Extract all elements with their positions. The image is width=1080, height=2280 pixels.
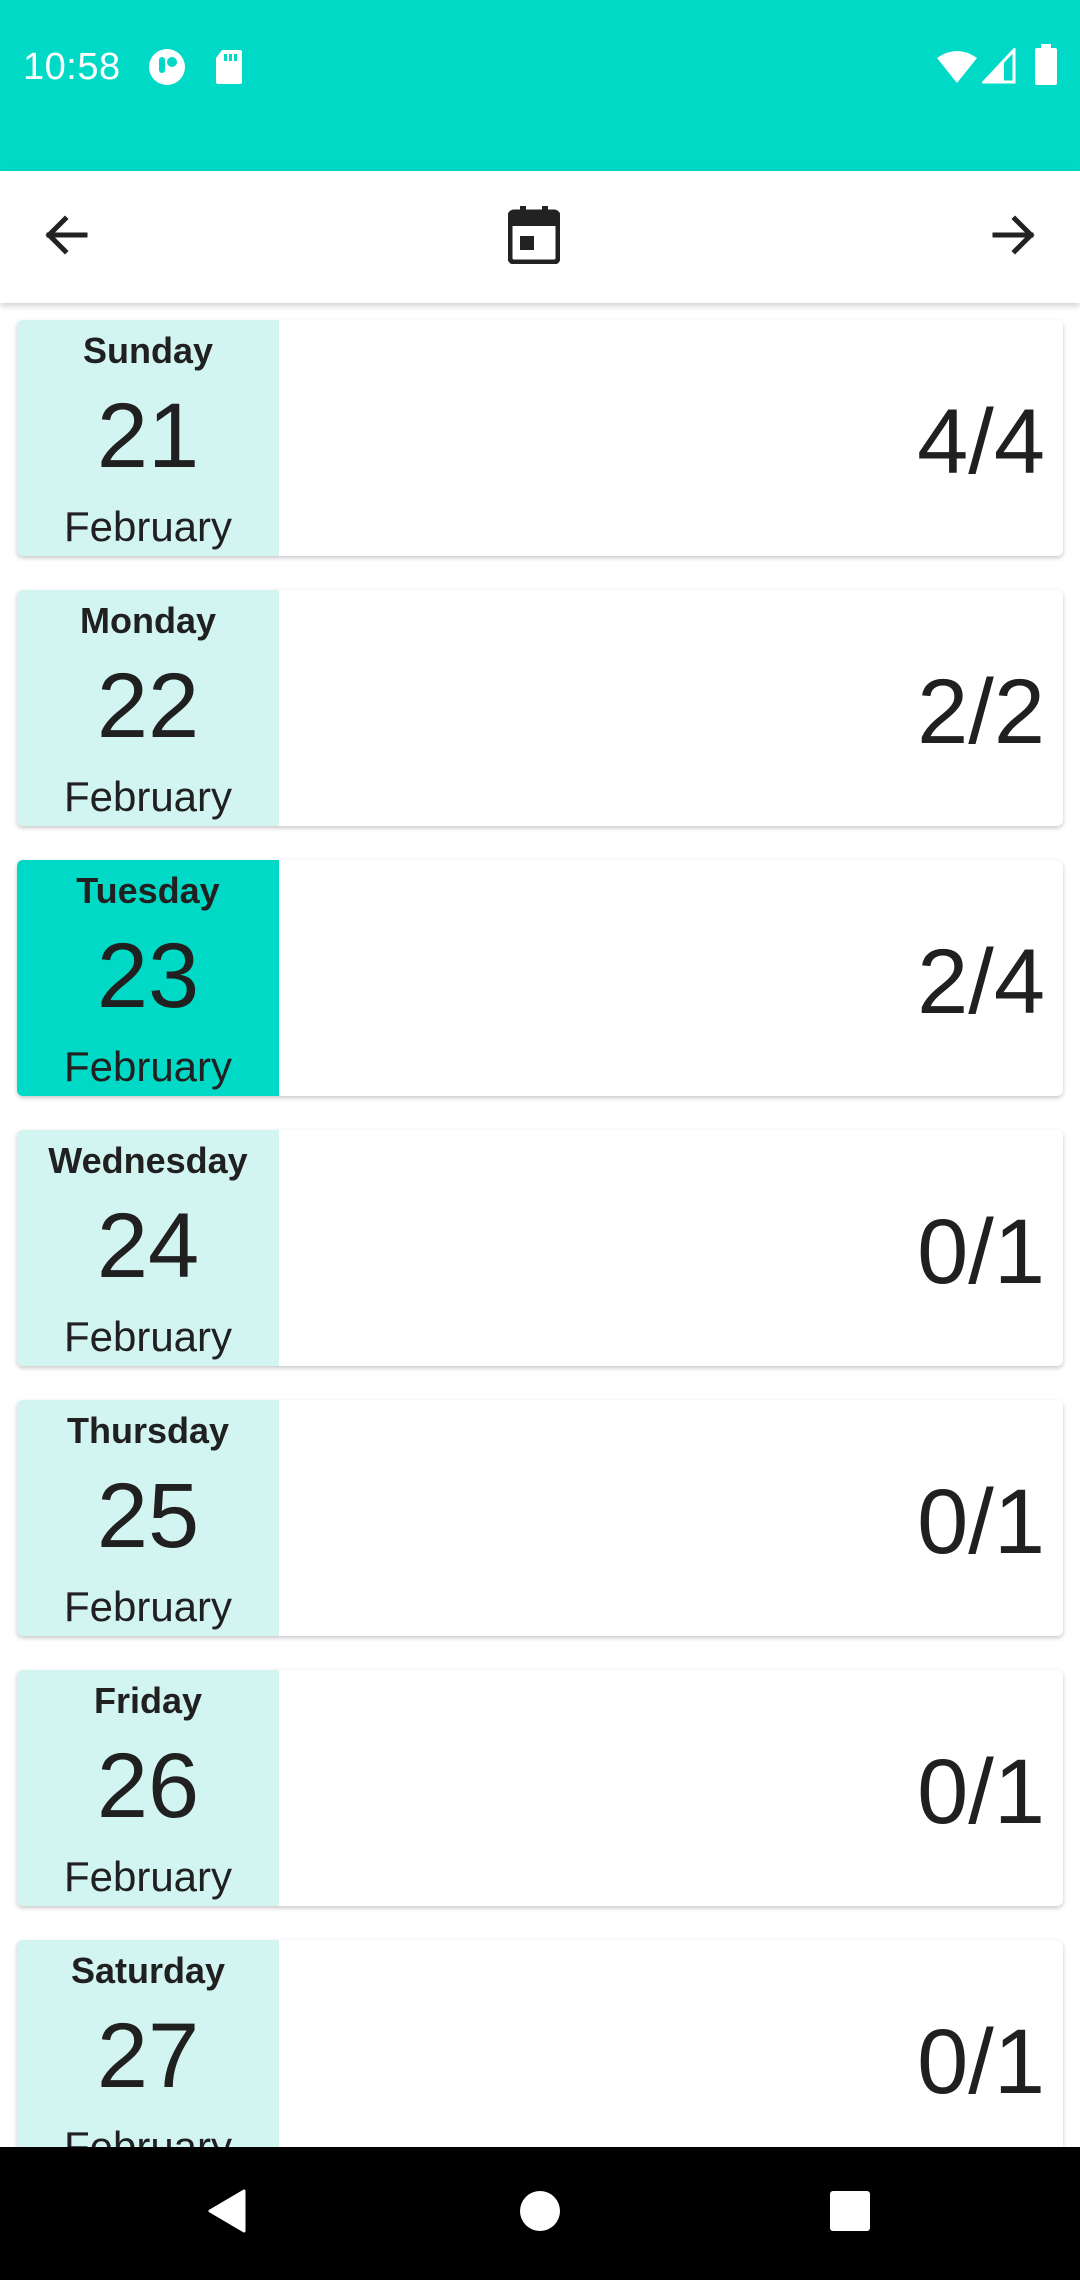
nav-home-icon bbox=[518, 2189, 562, 2238]
weekday-label: Friday bbox=[93, 1680, 203, 1721]
day-list[interactable]: Sunday 21 February 4/4 Monday 22 Februar… bbox=[0, 303, 1080, 2147]
weekday-label: Wednesday bbox=[48, 1140, 248, 1181]
date-panel: Friday 26 February bbox=[17, 1670, 279, 1906]
completion-count: 0/1 bbox=[917, 1471, 1045, 1573]
day-card-friday[interactable]: Friday 26 February 0/1 bbox=[17, 1670, 1063, 1906]
sd-card-icon bbox=[214, 48, 244, 91]
month-label: February bbox=[63, 2123, 233, 2147]
notification-app-icon bbox=[148, 48, 186, 91]
completion-count: 2/4 bbox=[917, 931, 1045, 1033]
status-bar: 10:58 bbox=[0, 0, 1080, 171]
weekday-label: Monday bbox=[79, 600, 216, 641]
day-card-tuesday[interactable]: Tuesday 23 February 2/4 bbox=[17, 860, 1063, 1096]
nav-back-icon bbox=[204, 2187, 248, 2240]
month-label: February bbox=[63, 1583, 233, 1630]
weekday-label: Saturday bbox=[70, 1950, 226, 1991]
nav-home-button[interactable] bbox=[510, 2183, 570, 2243]
battery-icon bbox=[1034, 44, 1058, 91]
day-number: 21 bbox=[96, 385, 200, 487]
cellular-signal-icon bbox=[980, 46, 1016, 89]
day-number: 27 bbox=[96, 2005, 200, 2107]
day-number: 24 bbox=[96, 1195, 200, 1297]
arrow-right-icon bbox=[989, 210, 1039, 265]
month-label: February bbox=[63, 773, 233, 820]
weekday-label: Sunday bbox=[82, 330, 214, 371]
day-number: 25 bbox=[96, 1465, 200, 1567]
date-panel: Saturday 27 February bbox=[17, 1940, 279, 2147]
completion-count: 0/1 bbox=[917, 1201, 1045, 1303]
system-navigation-bar bbox=[0, 2147, 1080, 2280]
calendar-button[interactable] bbox=[500, 203, 568, 271]
completion-count: 0/1 bbox=[917, 1741, 1045, 1843]
day-card-sunday[interactable]: Sunday 21 February 4/4 bbox=[17, 320, 1063, 556]
month-label: February bbox=[63, 1853, 233, 1900]
nav-recents-button[interactable] bbox=[820, 2183, 880, 2243]
completion-count: 4/4 bbox=[917, 391, 1045, 493]
day-number: 22 bbox=[96, 655, 200, 757]
date-panel-selected: Tuesday 23 February bbox=[17, 860, 279, 1096]
next-week-button[interactable] bbox=[980, 203, 1048, 271]
day-number: 26 bbox=[96, 1735, 200, 1837]
day-card-thursday[interactable]: Thursday 25 February 0/1 bbox=[17, 1400, 1063, 1636]
weekday-label: Thursday bbox=[66, 1410, 230, 1451]
month-label: February bbox=[63, 1313, 233, 1360]
completion-count: 0/1 bbox=[917, 2011, 1045, 2113]
previous-week-button[interactable] bbox=[32, 203, 100, 271]
arrow-left-icon bbox=[41, 210, 91, 265]
wifi-icon bbox=[936, 50, 978, 89]
nav-recents-icon bbox=[828, 2189, 872, 2238]
date-panel: Sunday 21 February bbox=[17, 320, 279, 556]
month-label: February bbox=[63, 503, 233, 550]
completion-count: 2/2 bbox=[917, 661, 1045, 763]
date-navigation-toolbar bbox=[0, 171, 1080, 303]
day-number: 23 bbox=[96, 925, 200, 1027]
calendar-icon bbox=[507, 205, 561, 269]
month-label: February bbox=[63, 1043, 233, 1090]
nav-back-button[interactable] bbox=[196, 2183, 256, 2243]
status-time: 10:58 bbox=[23, 46, 121, 88]
day-card-saturday[interactable]: Saturday 27 February 0/1 bbox=[17, 1940, 1063, 2147]
date-panel: Monday 22 February bbox=[17, 590, 279, 826]
weekday-label: Tuesday bbox=[76, 870, 220, 911]
date-panel: Thursday 25 February bbox=[17, 1400, 279, 1636]
day-card-monday[interactable]: Monday 22 February 2/2 bbox=[17, 590, 1063, 826]
day-card-wednesday[interactable]: Wednesday 24 February 0/1 bbox=[17, 1130, 1063, 1366]
date-panel: Wednesday 24 February bbox=[17, 1130, 279, 1366]
